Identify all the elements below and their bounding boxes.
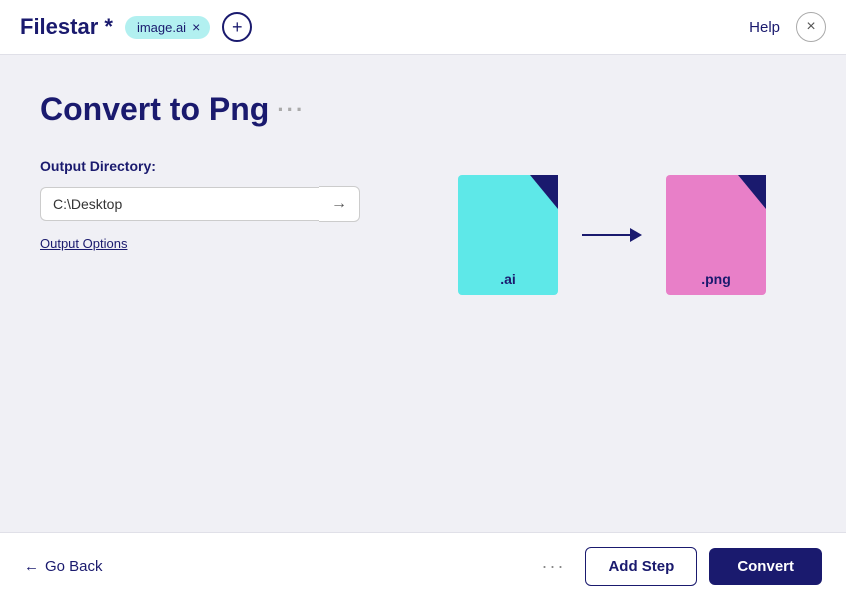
go-back-arrow-icon: ← [24,558,39,575]
output-directory-label: Output Directory: [40,158,806,174]
conversion-arrow [582,220,642,250]
source-file-icon: .ai [458,175,558,295]
file-tag: image.ai × [125,16,210,39]
go-back-label: Go Back [45,558,103,575]
title-dots: ··· [277,97,305,123]
convert-button[interactable]: Convert [709,548,822,585]
target-file-icon: .png [666,175,766,295]
main-content: Convert to Png ··· Output Directory: → O… [0,55,846,532]
directory-browse-button[interactable]: → [319,186,360,222]
close-button[interactable]: × [796,12,826,42]
header-right: Help × [749,12,826,42]
file-tag-label: image.ai [137,20,186,35]
conversion-illustration: .ai .png [458,175,766,295]
footer: ← Go Back ··· Add Step Convert [0,532,846,600]
directory-row: → [40,186,360,222]
go-back-button[interactable]: ← Go Back [24,558,103,575]
target-file-label: .png [666,271,766,287]
header-left: Filestar * image.ai × + [20,12,252,42]
footer-right: ··· Add Step Convert [533,547,822,586]
add-step-button[interactable]: Add Step [585,547,697,586]
help-link[interactable]: Help [749,19,780,36]
app-title: Filestar * [20,14,113,40]
more-options-button[interactable]: ··· [533,552,573,581]
page-title-container: Convert to Png ··· [40,91,806,128]
source-file-label: .ai [458,271,558,287]
add-file-button[interactable]: + [222,12,252,42]
arrow-icon [582,220,642,250]
directory-input[interactable] [40,187,319,221]
header: Filestar * image.ai × + Help × [0,0,846,55]
page-title: Convert to Png [40,91,269,128]
file-tag-close-icon[interactable]: × [192,20,200,34]
footer-left: ← Go Back [24,558,103,575]
